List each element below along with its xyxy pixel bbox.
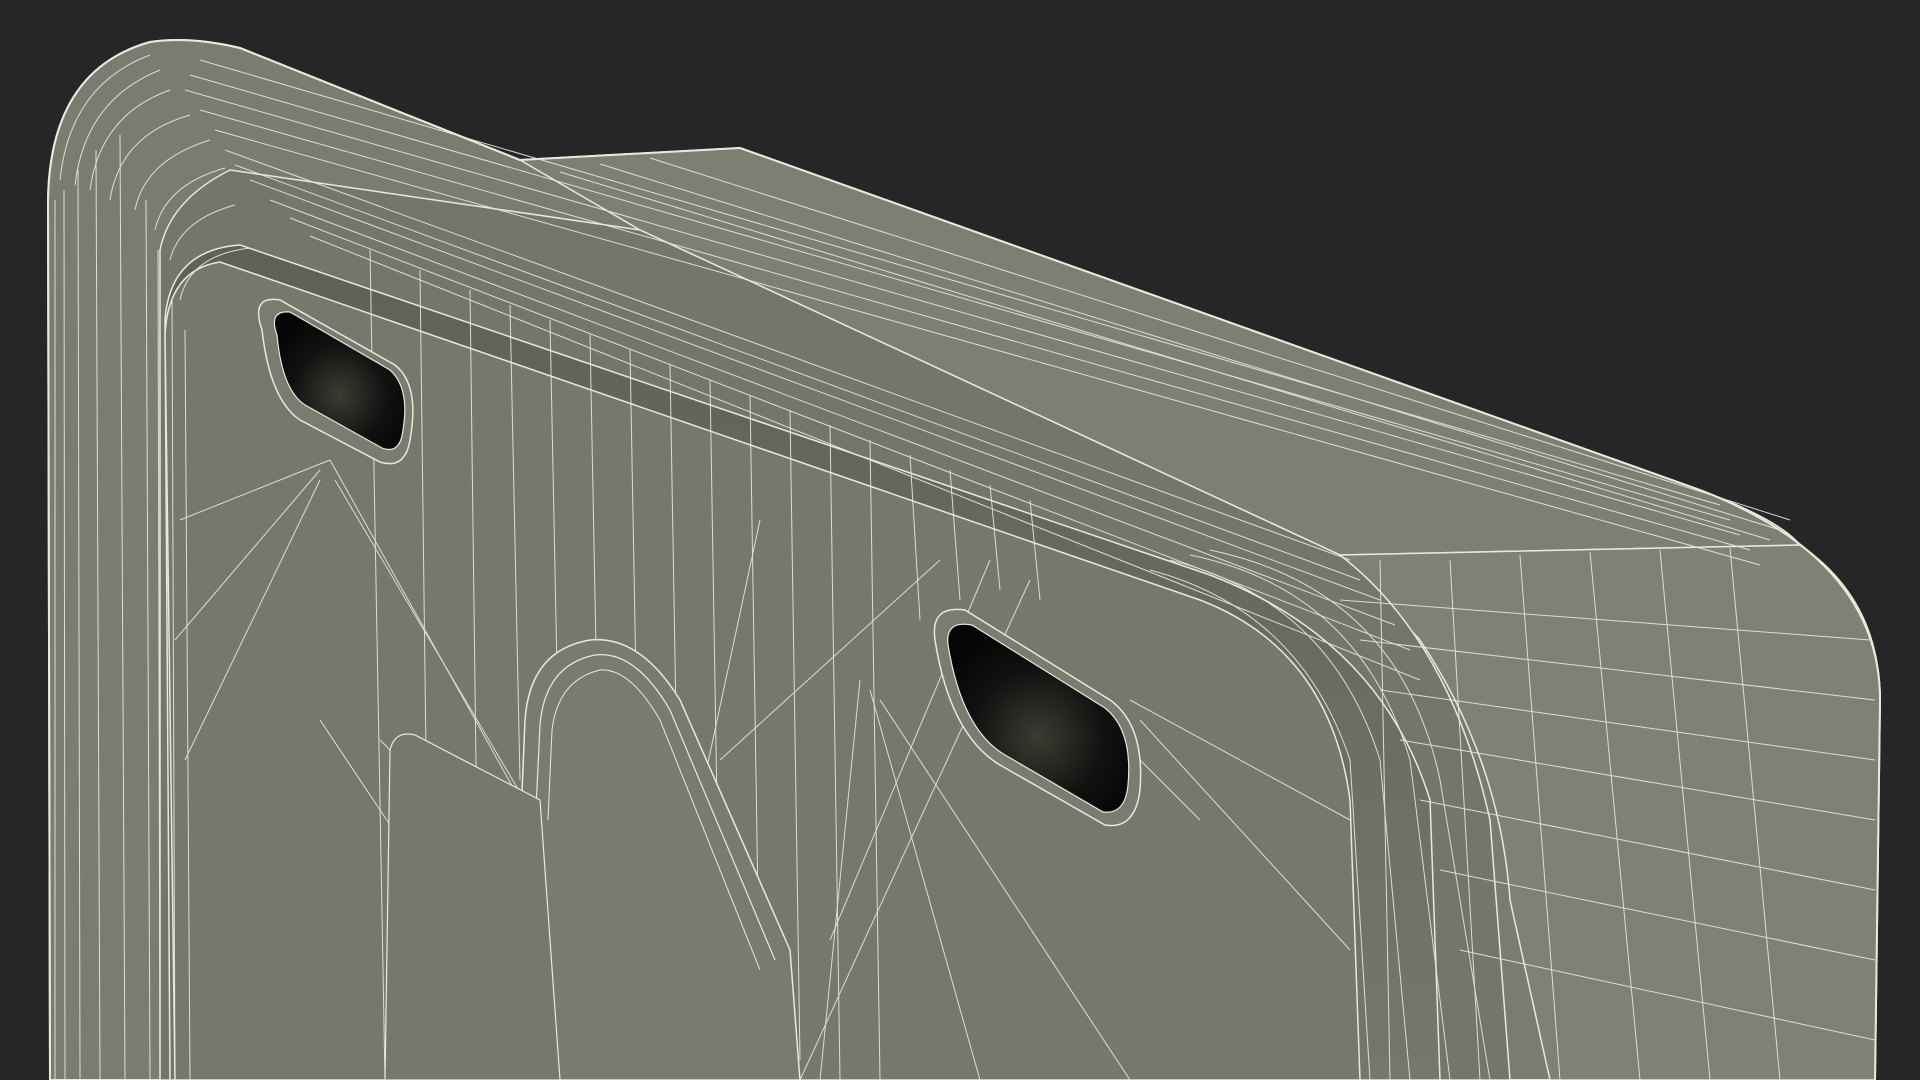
render-viewport xyxy=(0,0,1920,1080)
wireframe-model xyxy=(46,39,1882,1080)
